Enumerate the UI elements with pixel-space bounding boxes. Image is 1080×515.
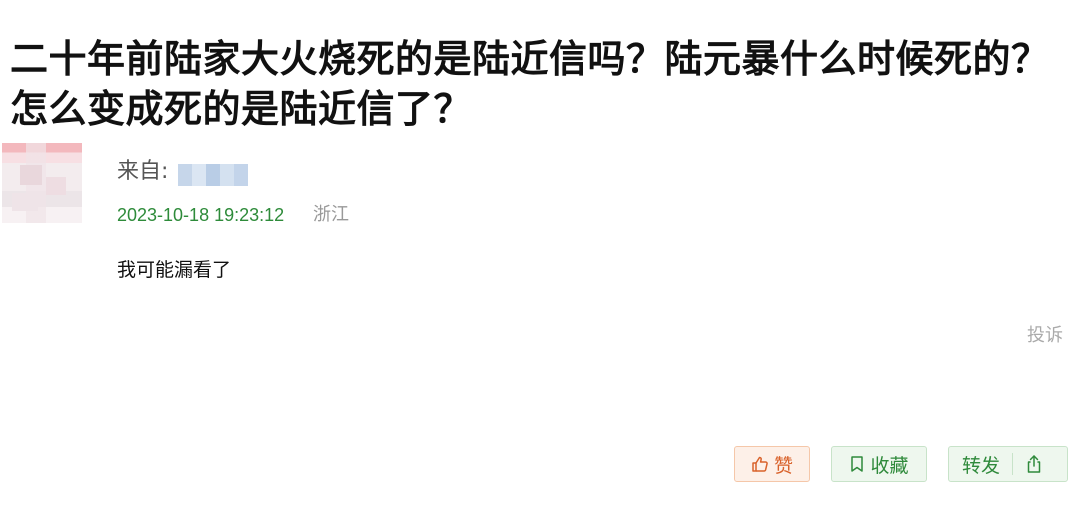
share-label: 转发 [962, 454, 1001, 477]
favorite-button[interactable]: 收藏 [831, 446, 927, 482]
favorite-label: 收藏 [870, 454, 909, 477]
answer-content: 我可能漏看了 [117, 259, 232, 281]
answer-timestamp: 2023-10-18 19:23:12 [117, 205, 285, 225]
thumbs-up-icon [751, 455, 769, 473]
avatar[interactable] [2, 143, 82, 223]
share-upload-icon[interactable] [1025, 454, 1043, 474]
question-title: 二十年前陆家大火烧死的是陆近信吗？陆元暴什么时候死的？怎么变成死的是陆近信了？ [10, 37, 1050, 131]
username-redacted[interactable] [178, 164, 248, 186]
like-label: 赞 [773, 454, 793, 477]
like-button[interactable]: 赞 [734, 446, 810, 482]
from-label: 来自: [117, 159, 169, 184]
share-button[interactable]: 转发 [948, 446, 1068, 482]
report-link[interactable]: 投诉 [1027, 324, 1063, 348]
answer-location: 浙江 [313, 204, 349, 225]
divider [1012, 453, 1014, 475]
bookmark-icon [849, 455, 865, 473]
